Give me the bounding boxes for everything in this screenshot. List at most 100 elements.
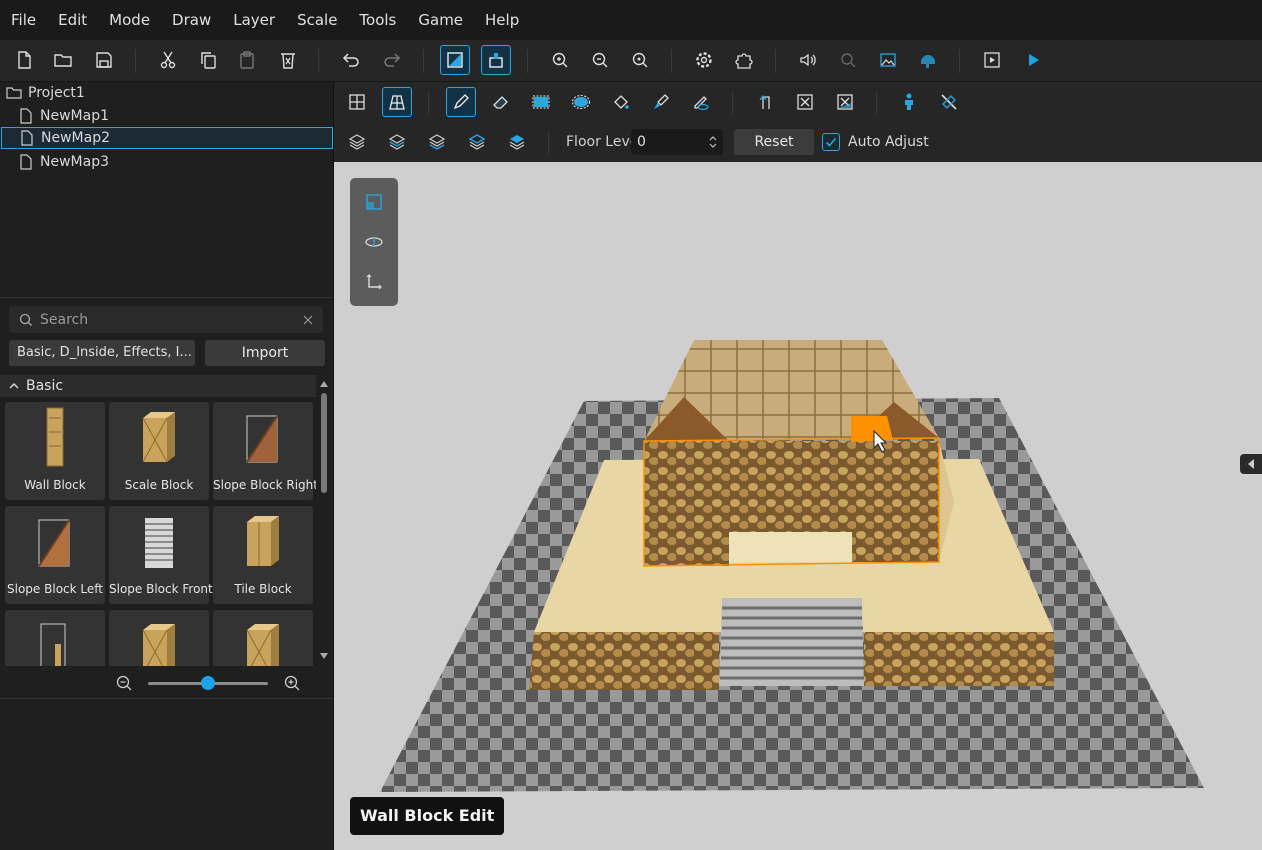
scrollbar-thumb[interactable] <box>321 393 327 493</box>
layer-4-button[interactable] <box>462 127 492 157</box>
camera-pan-button[interactable] <box>362 190 386 214</box>
eraser-tool[interactable] <box>486 87 516 117</box>
rectangle-select-icon <box>532 95 550 109</box>
building-icon <box>489 53 503 68</box>
asset-scale-block[interactable]: Scale Block <box>109 402 209 500</box>
right-panel-toggle[interactable] <box>1240 454 1262 474</box>
fill-tool[interactable] <box>606 87 636 117</box>
scene-render[interactable] <box>334 162 1262 850</box>
stairs <box>719 598 864 686</box>
spinner-icon[interactable] <box>709 135 717 149</box>
menu-edit[interactable]: Edit <box>47 0 98 40</box>
test-play-button[interactable] <box>977 45 1007 75</box>
camera-axis-button[interactable] <box>362 270 386 294</box>
transfer-icon <box>759 94 770 109</box>
plugins-button[interactable] <box>729 45 759 75</box>
play-button[interactable] <box>1018 45 1048 75</box>
redo-button[interactable] <box>377 45 407 75</box>
map-viewport[interactable]: Wall Block Edit <box>334 162 1262 850</box>
asset-tile-block[interactable]: Tile Block <box>213 506 313 604</box>
slider-knob[interactable] <box>201 676 215 690</box>
search-assets-button[interactable] <box>833 45 863 75</box>
asset-section-header[interactable]: Basic <box>0 375 316 397</box>
toolbar-separator <box>959 49 960 73</box>
layer-3-button[interactable] <box>422 127 452 157</box>
save-button[interactable] <box>89 45 119 75</box>
asset-slope-block-right[interactable]: Slope Block Right <box>213 402 316 500</box>
menu-layer[interactable]: Layer <box>222 0 286 40</box>
asset-filter-value: Basic, D_Inside, Effects, I... <box>17 345 192 360</box>
copy-button[interactable] <box>193 45 223 75</box>
layer-2-button[interactable] <box>382 127 412 157</box>
floor-level-input[interactable]: 0 <box>631 129 723 155</box>
asset-wall-block[interactable]: Wall Block <box>5 402 105 500</box>
menu-scale[interactable]: Scale <box>286 0 348 40</box>
castle-back-wall <box>729 441 852 532</box>
asset-item-8[interactable] <box>109 610 209 666</box>
open-folder-button[interactable] <box>48 45 78 75</box>
transfer-tool[interactable] <box>750 87 780 117</box>
draw-toolbar <box>334 82 1262 123</box>
view-pencil-tool[interactable] <box>686 87 716 117</box>
auto-adjust-checkbox[interactable] <box>822 133 840 151</box>
scroll-down-icon[interactable] <box>318 651 330 661</box>
zoom-out-button[interactable] <box>585 45 615 75</box>
brush-tool[interactable] <box>646 87 676 117</box>
audio-button[interactable] <box>793 45 823 75</box>
ellipse-select-icon <box>572 95 590 109</box>
asset-item-7[interactable] <box>5 610 105 666</box>
asset-item-9[interactable] <box>213 610 313 666</box>
menu-draw[interactable]: Draw <box>161 0 222 40</box>
clear-icon[interactable] <box>302 314 314 326</box>
zoom-out-icon <box>592 52 608 68</box>
clear-tool[interactable] <box>790 87 820 117</box>
cut-button[interactable] <box>153 45 183 75</box>
asset-slope-block-left[interactable]: Slope Block Left <box>5 506 105 604</box>
settings-button[interactable] <box>689 45 719 75</box>
menu-file[interactable]: File <box>0 0 47 40</box>
asset-grid: Wall Block Scale Block Slope Block Right… <box>0 400 316 666</box>
grid-view-button[interactable] <box>342 87 372 117</box>
menu-tools[interactable]: Tools <box>348 0 407 40</box>
layer-1-button[interactable] <box>342 127 372 157</box>
selected-wall-tile[interactable] <box>851 416 893 442</box>
scroll-up-icon[interactable] <box>318 379 330 389</box>
rectangle-tool[interactable] <box>526 87 556 117</box>
search-input[interactable]: Search <box>40 312 302 328</box>
tree-project-root[interactable]: Project1 <box>6 82 326 104</box>
tree-item-newmap1[interactable]: NewMap1 <box>18 105 318 127</box>
folder-icon <box>6 85 22 101</box>
asset-search-box[interactable]: Search <box>9 306 323 333</box>
layer-5-button[interactable] <box>502 127 532 157</box>
asset-scrollbar[interactable] <box>318 377 330 663</box>
new-file-button[interactable] <box>9 45 39 75</box>
menu-game[interactable]: Game <box>407 0 474 40</box>
camera-rotate-button[interactable] <box>362 230 386 254</box>
object-view-toggle[interactable] <box>481 45 511 75</box>
zoom-in-icon[interactable] <box>283 674 301 692</box>
pencil-tool[interactable] <box>446 87 476 117</box>
import-button[interactable]: Import <box>205 340 325 366</box>
tree-item-newmap3[interactable]: NewMap3 <box>18 151 318 173</box>
character-manager-button[interactable] <box>913 45 943 75</box>
delete-button[interactable] <box>273 45 303 75</box>
edit-tool[interactable] <box>934 87 964 117</box>
map-view-toggle[interactable] <box>440 45 470 75</box>
perspective-view-button[interactable] <box>382 87 412 117</box>
zoom-out-icon[interactable] <box>115 674 133 692</box>
menu-mode[interactable]: Mode <box>98 0 161 40</box>
image-manager-button[interactable] <box>873 45 903 75</box>
undo-button[interactable] <box>336 45 366 75</box>
menu-help[interactable]: Help <box>474 0 530 40</box>
asset-slope-block-front[interactable]: Slope Block Front <box>109 506 213 604</box>
reset-button[interactable]: Reset <box>734 129 814 155</box>
paste-button[interactable] <box>232 45 262 75</box>
clear-layer-tool[interactable] <box>830 87 860 117</box>
event-tool[interactable] <box>894 87 924 117</box>
layers-icon <box>509 135 525 150</box>
asset-filter-dropdown[interactable]: Basic, D_Inside, Effects, I... <box>9 340 195 366</box>
ellipse-tool[interactable] <box>566 87 596 117</box>
zoom-in-button[interactable] <box>545 45 575 75</box>
tree-item-newmap2[interactable]: NewMap2 <box>1 127 333 149</box>
zoom-reset-button[interactable] <box>625 45 655 75</box>
